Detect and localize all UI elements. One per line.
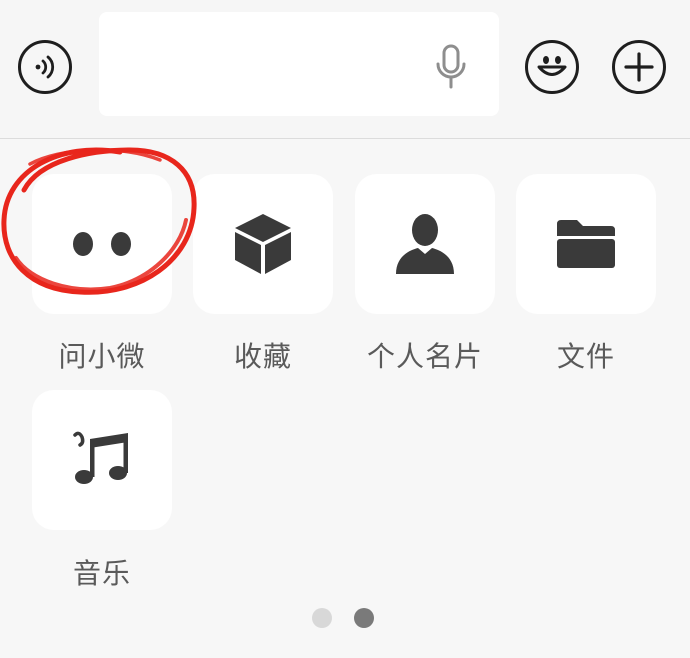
chat-input-bar: [0, 0, 690, 139]
microphone-icon[interactable]: [433, 44, 469, 90]
smiley-face-icon: [537, 56, 567, 76]
app-tile-favorites[interactable]: [193, 174, 333, 314]
message-input[interactable]: [99, 12, 499, 116]
emoji-button[interactable]: [525, 40, 579, 94]
more-plus-button[interactable]: [612, 40, 666, 94]
app-label-music: 音乐: [72, 557, 131, 590]
cube-icon: [235, 214, 291, 274]
voice-mode-icon: [35, 55, 55, 79]
person-icon: [396, 214, 454, 274]
app-label-contact-card: 个人名片: [366, 340, 483, 373]
app-label-wenxiaowei: 问小微: [58, 340, 146, 373]
app-tile-files[interactable]: [516, 174, 656, 314]
app-label-favorites: 收藏: [233, 340, 292, 373]
app-tile-music[interactable]: [32, 390, 172, 530]
app-label-files: 文件: [556, 340, 615, 373]
voice-mode-button[interactable]: [18, 40, 72, 94]
app-tile-wenxiaowei[interactable]: [32, 174, 172, 314]
chat-extension-panel: 问小微 收藏 个人名片 文件 音乐: [0, 0, 690, 658]
app-tile-contact-card[interactable]: [355, 174, 495, 314]
folder-icon: [557, 220, 615, 268]
two-dots-icon: [73, 232, 131, 256]
music-note-icon: [73, 431, 128, 484]
page-indicator-dot-2-active[interactable]: [354, 608, 374, 628]
plus-icon: [624, 52, 654, 82]
page-indicator-dot-1[interactable]: [312, 608, 332, 628]
